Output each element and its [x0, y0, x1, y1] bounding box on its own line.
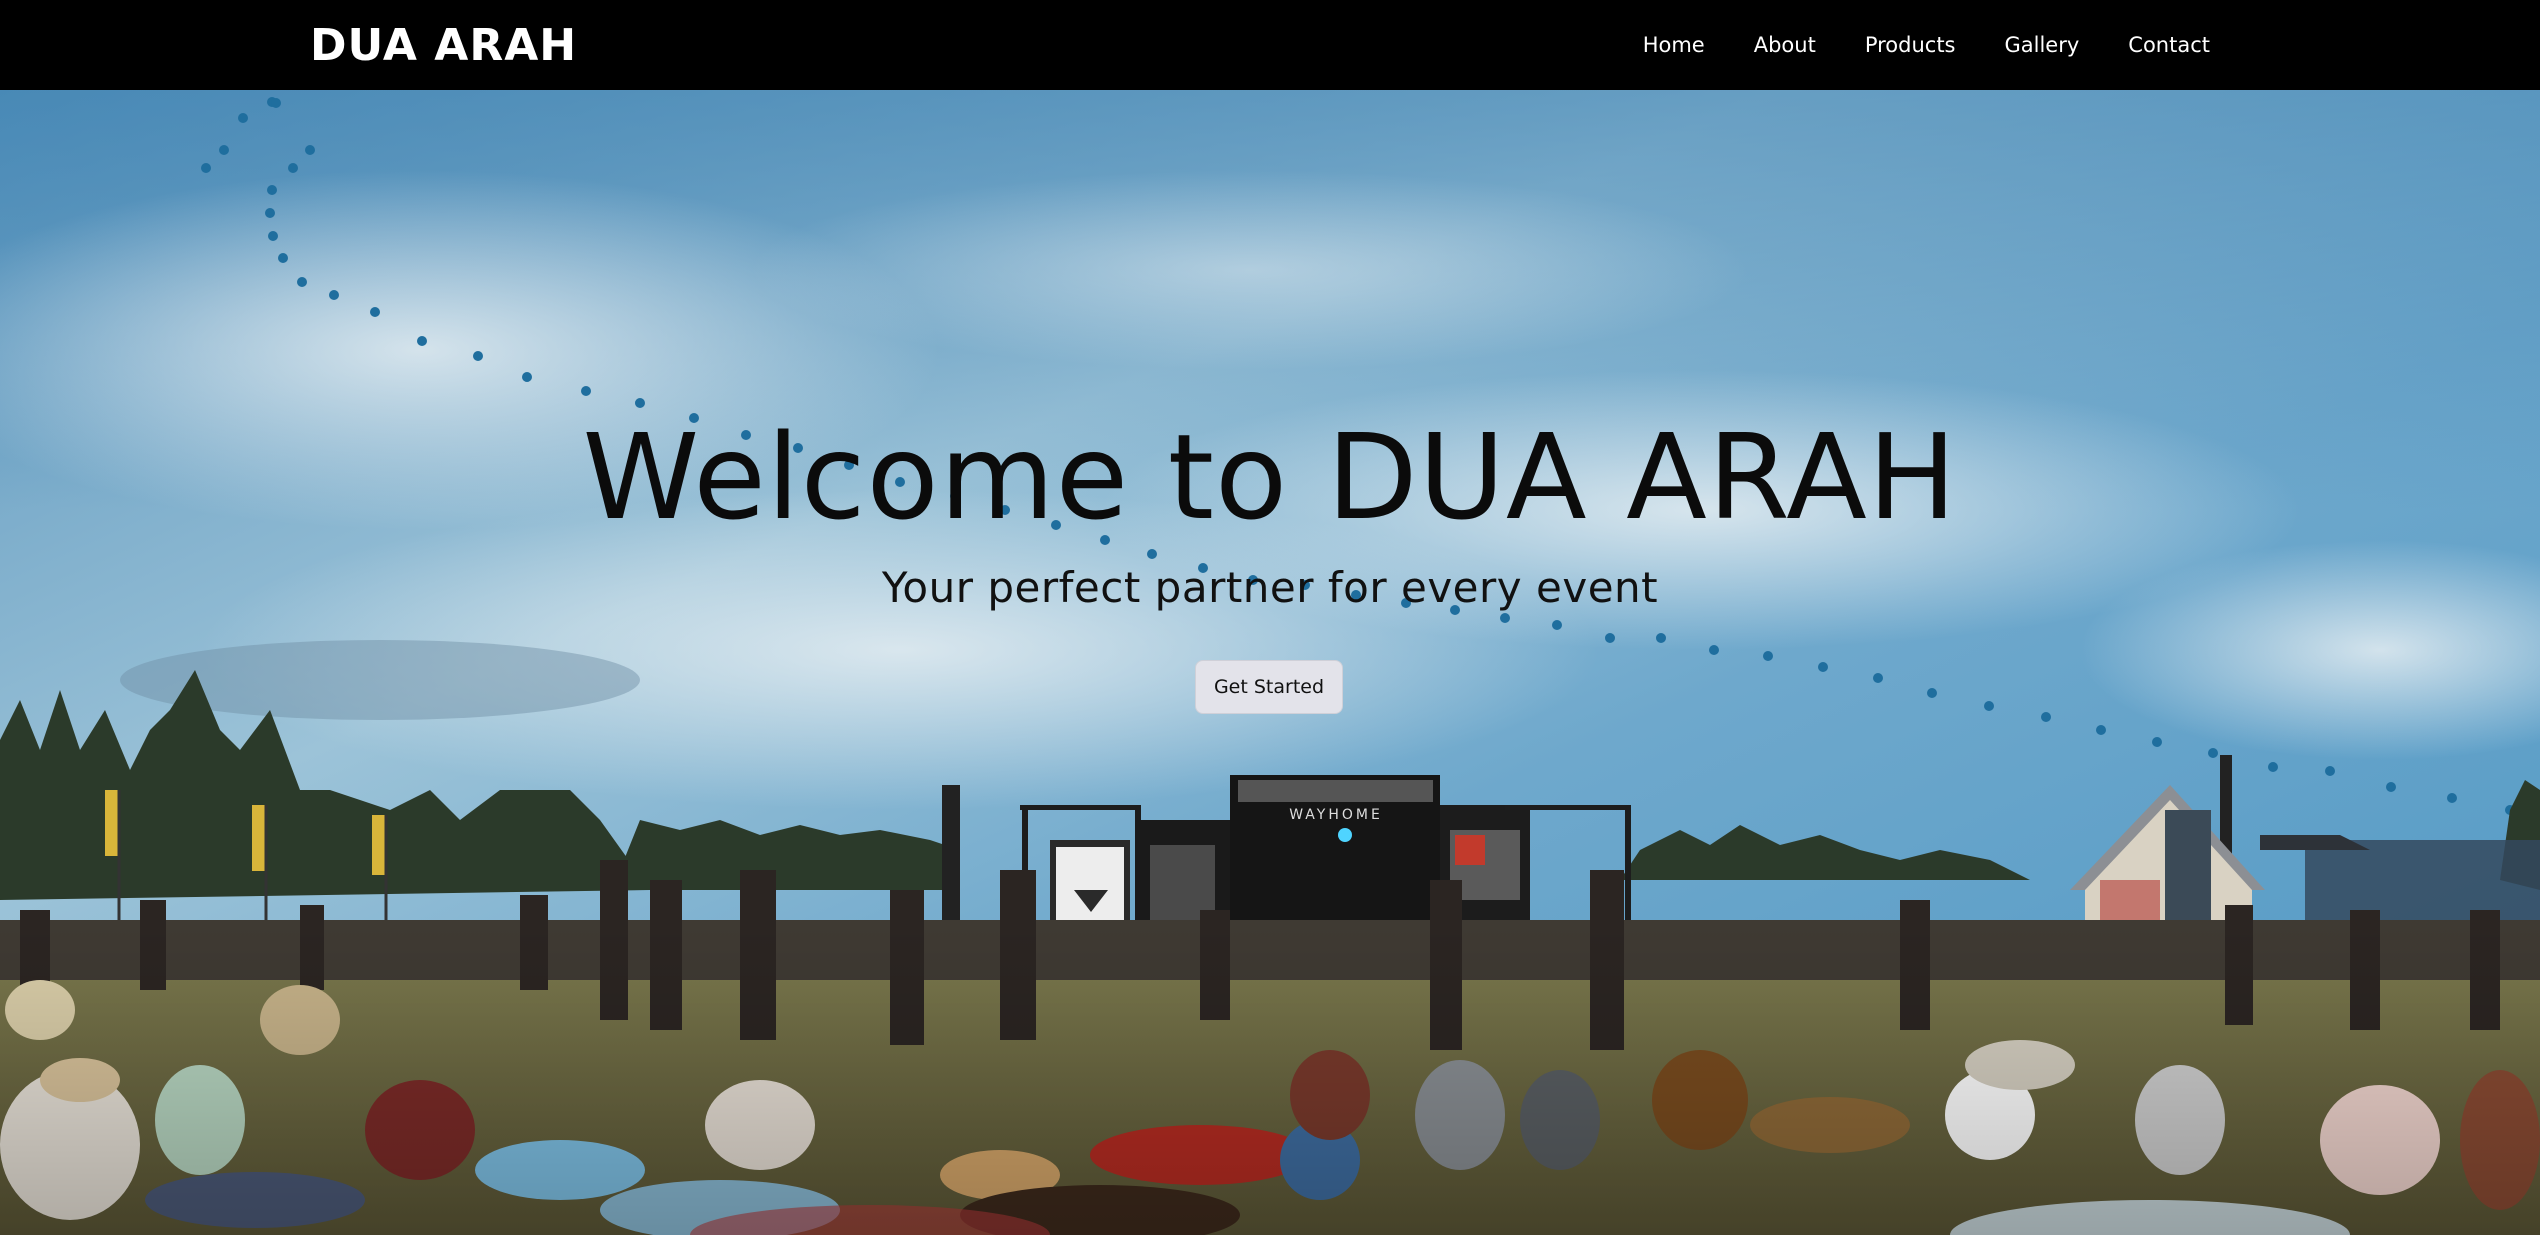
page: DUA ARAH Home About Products Gallery Con…	[0, 0, 2540, 1235]
nav-item-products: Products	[1865, 33, 1956, 57]
hero-title: Welcome to DUA ARAH	[582, 408, 1958, 546]
nav-links: Home About Products Gallery Contact	[1594, 0, 2210, 90]
nav-item-home: Home	[1643, 33, 1705, 57]
brand-logo[interactable]: DUA ARAH	[310, 18, 577, 74]
nav-link-about[interactable]: About	[1754, 33, 1816, 57]
get-started-button[interactable]: Get Started	[1195, 660, 1343, 714]
navbar: DUA ARAH Home About Products Gallery Con…	[0, 0, 2540, 90]
nav-link-gallery[interactable]: Gallery	[2005, 33, 2080, 57]
nav-item-contact: Contact	[2128, 33, 2210, 57]
hero-subtitle: Your perfect partner for every event	[881, 563, 1659, 612]
nav-link-contact[interactable]: Contact	[2128, 33, 2210, 57]
nav-link-products[interactable]: Products	[1865, 33, 1956, 57]
hero-content: Welcome to DUA ARAH Your perfect partner…	[0, 90, 2540, 1235]
hero-section: WAYHOME Welcome to DUA ARAH Your perfect…	[0, 90, 2540, 1235]
nav-item-gallery: Gallery	[2005, 33, 2080, 57]
nav-link-home[interactable]: Home	[1643, 33, 1705, 57]
nav-item-about: About	[1754, 33, 1816, 57]
